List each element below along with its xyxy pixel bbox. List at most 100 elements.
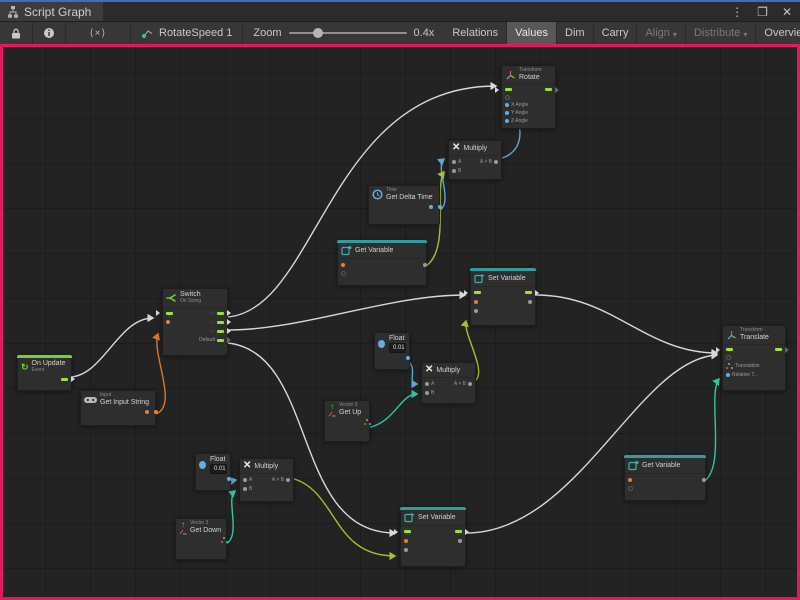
control-in-port[interactable] <box>505 88 512 91</box>
values-toggle[interactable]: Values <box>507 22 557 44</box>
name-in-port[interactable] <box>474 300 478 304</box>
node-on-update[interactable]: ↻ On Update Event <box>17 355 72 391</box>
float-out-port[interactable] <box>406 356 410 360</box>
node-get-input-string[interactable]: Input Get Input String <box>80 390 156 426</box>
node-switch-on-string[interactable]: Switch On String ".." ".." ".." Default <box>162 288 228 356</box>
product-out-port[interactable] <box>494 160 498 164</box>
node-title: Multiply <box>254 463 278 470</box>
control-out-port[interactable] <box>61 378 68 381</box>
value-dot[interactable] <box>429 205 433 209</box>
case-out-arrow <box>227 328 234 334</box>
node-set-variable-2[interactable]: Set Variable <box>400 507 466 567</box>
transform-gizmo-icon <box>726 330 737 340</box>
node-translate[interactable]: Transform Translate Translation Relative… <box>722 325 786 391</box>
node-get-variable-1[interactable]: Get Variable <box>337 240 427 286</box>
vector3-out-port[interactable] <box>221 537 228 543</box>
maximize-icon[interactable]: ❐ <box>757 5 768 19</box>
name-in-port[interactable] <box>404 539 408 543</box>
wire-setvariable2-to-translate[interactable] <box>466 355 717 533</box>
node-float-1[interactable]: Float 0.01 <box>374 332 410 370</box>
control-out-port[interactable] <box>455 530 462 533</box>
name-in-port[interactable] <box>628 478 632 482</box>
value-in-port[interactable] <box>404 548 408 552</box>
info-button[interactable] <box>33 22 66 44</box>
product-out-port[interactable] <box>468 382 472 386</box>
control-in-port[interactable] <box>404 530 411 533</box>
node-vector3-get-down[interactable]: ↑ Vector 3 Get Down <box>175 518 227 560</box>
node-get-delta-time[interactable]: Time Get Delta Time <box>368 185 440 225</box>
control-in-port[interactable] <box>166 312 173 315</box>
node-set-variable-1[interactable]: Set Variable <box>470 268 536 326</box>
port-label: A × B <box>480 159 492 165</box>
case-out-port[interactable] <box>217 321 224 324</box>
default-out-port[interactable] <box>217 339 224 342</box>
string-literal-dot[interactable] <box>145 410 149 414</box>
code-preview-button[interactable]: ⟨×⟩ <box>66 22 131 44</box>
selector-in-port[interactable] <box>166 320 170 324</box>
node-rotate[interactable]: Transform Rotate X Angle Y Angle Z Angle <box>501 65 556 129</box>
wire-onupdate-to-switch[interactable] <box>69 318 153 377</box>
control-out-port[interactable] <box>775 348 782 351</box>
node-multiply-1[interactable]: ✕ Multiply A A × B B <box>448 140 502 180</box>
graph-breadcrumb[interactable]: RotateSpeed 1 <box>131 22 243 44</box>
a-in-port[interactable] <box>452 160 456 164</box>
wire-getup-to-multiply2[interactable] <box>367 394 417 428</box>
relations-toggle[interactable]: Relations <box>444 22 507 44</box>
a-in-port[interactable] <box>243 478 247 482</box>
align-dropdown[interactable]: Align▾ <box>637 22 685 44</box>
distribute-dropdown[interactable]: Distribute▾ <box>686 22 756 44</box>
case-out-port[interactable] <box>217 312 224 315</box>
default-out-arrow <box>227 337 234 343</box>
variable-cube-icon <box>341 245 352 256</box>
fallback-port[interactable] <box>628 486 633 491</box>
relative-in-port[interactable] <box>726 373 730 377</box>
node-multiply-2[interactable]: ✕ Multiply A A × B B <box>421 362 476 404</box>
case-out-arrow <box>227 319 234 325</box>
y-angle-port[interactable] <box>505 111 509 115</box>
overview-button[interactable]: Overview <box>756 22 800 44</box>
float-value-field[interactable]: 0.01 <box>210 464 227 474</box>
name-in-port[interactable] <box>341 263 345 267</box>
target-port[interactable] <box>505 95 510 100</box>
b-in-port[interactable] <box>425 391 429 395</box>
control-in-port[interactable] <box>474 291 481 294</box>
node-float-2[interactable]: Float 0.01 <box>195 453 231 491</box>
dim-toggle[interactable]: Dim <box>557 22 594 44</box>
value-out-port[interactable] <box>423 263 427 267</box>
float-out-port[interactable] <box>227 477 231 481</box>
x-angle-port[interactable] <box>505 103 509 107</box>
control-out-port[interactable] <box>525 291 532 294</box>
product-out-port[interactable] <box>286 478 290 482</box>
close-icon[interactable]: ✕ <box>782 5 792 19</box>
graph-canvas[interactable]: ↻ On Update Event Input Get Input String <box>0 44 800 600</box>
value-in-port[interactable] <box>474 309 478 313</box>
wire-setvariable1-to-translate[interactable] <box>536 295 717 353</box>
translation-in-port[interactable] <box>726 363 733 369</box>
wire-multiply3-to-setvariable2[interactable] <box>291 478 395 556</box>
a-in-port[interactable] <box>425 382 429 386</box>
b-in-port[interactable] <box>452 169 456 173</box>
z-angle-port[interactable] <box>505 119 509 123</box>
control-out-port[interactable] <box>545 88 552 91</box>
value-out-port[interactable] <box>528 300 532 304</box>
vector3-out-port[interactable] <box>364 419 371 425</box>
port-label: B <box>458 168 461 174</box>
carry-toggle[interactable]: Carry <box>594 22 638 44</box>
zoom-slider-handle[interactable] <box>313 28 323 38</box>
node-get-variable-2[interactable]: Get Variable <box>624 455 706 501</box>
node-vector3-get-up[interactable]: ↑ Vector 3 Get Up <box>324 400 370 442</box>
b-in-port[interactable] <box>243 487 247 491</box>
target-port[interactable] <box>726 355 731 360</box>
zoom-slider[interactable] <box>289 32 407 34</box>
value-out-port[interactable] <box>458 539 462 543</box>
tab-script-graph[interactable]: Script Graph <box>0 2 103 21</box>
window-menu-icon[interactable]: ⋮ <box>731 5 743 19</box>
float-value-field[interactable]: 0.01 <box>389 343 406 353</box>
case-out-port[interactable] <box>217 330 224 333</box>
control-in-port[interactable] <box>726 348 733 351</box>
node-multiply-3[interactable]: ✕ Multiply A A × B B <box>239 458 294 502</box>
lock-button[interactable] <box>0 22 33 44</box>
control-in-arrow <box>716 347 723 353</box>
value-out-port[interactable] <box>702 478 706 482</box>
fallback-port[interactable] <box>341 271 346 276</box>
